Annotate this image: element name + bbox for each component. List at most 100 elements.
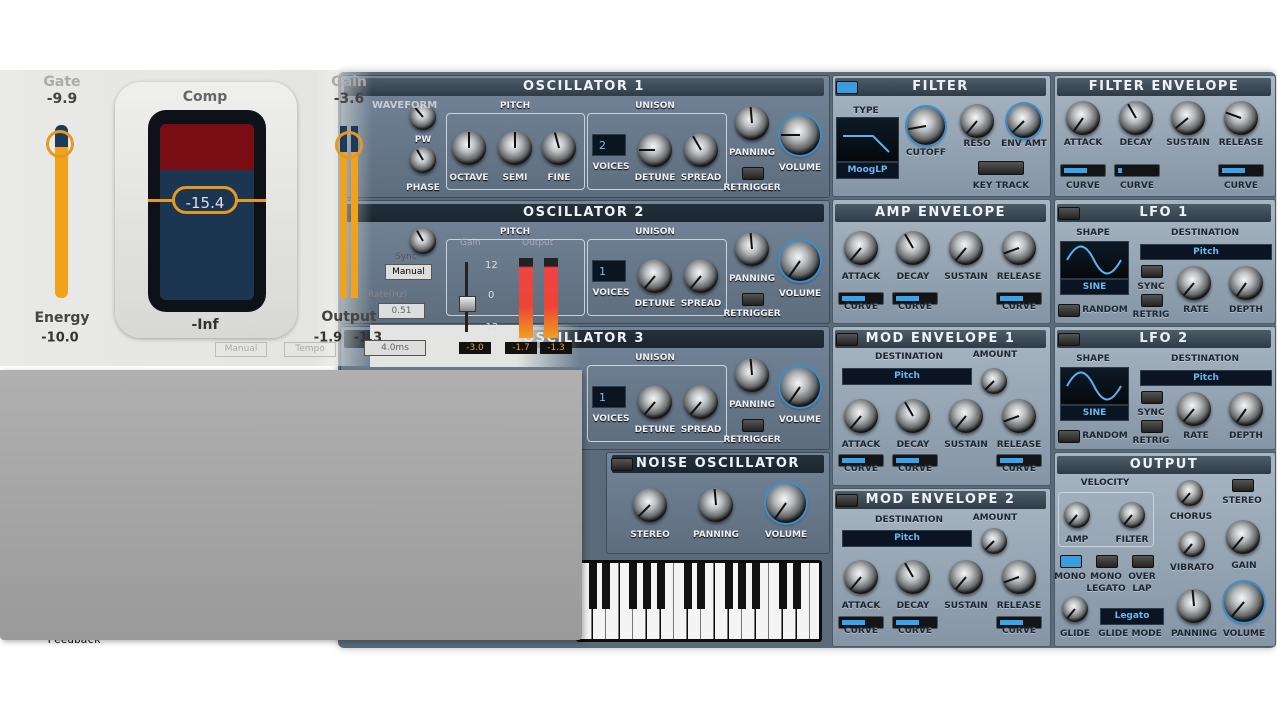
black-key[interactable] xyxy=(738,563,747,609)
lfo_2-shape-selector[interactable]: SINE xyxy=(1060,405,1129,421)
panning-knob[interactable] xyxy=(735,232,769,266)
amp_envelope-decay-knob[interactable] xyxy=(896,231,930,265)
glide-knob[interactable] xyxy=(1062,596,1088,622)
lfo_2-rate-knob[interactable] xyxy=(1177,392,1211,426)
overlap-button[interactable] xyxy=(1132,555,1154,568)
rate-field[interactable]: 0.51 xyxy=(378,303,425,319)
lfo_1-shape-selector[interactable]: SINE xyxy=(1060,279,1129,295)
mod_envelope_1-decay-knob[interactable] xyxy=(896,399,930,433)
black-key[interactable] xyxy=(792,563,801,609)
volume-knob[interactable] xyxy=(780,241,820,281)
stereo-button[interactable] xyxy=(1232,479,1254,492)
cutoff-knob[interactable] xyxy=(907,107,945,145)
mod_envelope_2-decay-knob[interactable] xyxy=(896,560,930,594)
amp_envelope-attack-knob[interactable] xyxy=(844,231,878,265)
black-key[interactable] xyxy=(697,563,706,609)
mod_envelope_1-sustain-knob[interactable] xyxy=(949,399,983,433)
phase-knob[interactable] xyxy=(410,147,436,173)
lfo_2-random-button[interactable] xyxy=(1058,430,1080,443)
ghost-gain-handle[interactable] xyxy=(459,296,476,312)
mono-button[interactable] xyxy=(1060,555,1082,568)
mod_envelope_1-release-knob[interactable] xyxy=(1002,399,1036,433)
semi-knob[interactable] xyxy=(498,131,532,165)
panning-knob[interactable] xyxy=(735,358,769,392)
env-amt-knob[interactable] xyxy=(1007,104,1041,138)
volume-knob[interactable] xyxy=(780,115,820,155)
mod_envelope_1-amount-knob[interactable] xyxy=(981,368,1007,394)
filter-enable-button[interactable] xyxy=(836,81,858,94)
black-key[interactable] xyxy=(751,563,760,609)
filter-env-decay-knob[interactable] xyxy=(1119,101,1153,135)
filter-env-curve-slider[interactable] xyxy=(1218,164,1264,177)
output-volume-knob[interactable] xyxy=(1224,582,1264,622)
lfo_1-destination-dropdown[interactable]: Pitch xyxy=(1140,244,1272,260)
voices-stepper[interactable]: 2 xyxy=(592,134,626,156)
comp-threshold-handle[interactable]: -15.4 xyxy=(172,186,238,214)
mod_envelope_1-attack-knob[interactable] xyxy=(844,399,878,433)
voices-stepper[interactable]: 1 xyxy=(592,386,626,408)
spread-knob[interactable] xyxy=(684,259,718,293)
noise-panning-knob[interactable] xyxy=(699,488,733,522)
spread-knob[interactable] xyxy=(684,133,718,167)
mod_envelope_2-release-knob[interactable] xyxy=(1002,560,1036,594)
spread-knob[interactable] xyxy=(684,385,718,419)
mod_envelope_1-enable-button[interactable] xyxy=(836,333,858,346)
filter-env-sustain-knob[interactable] xyxy=(1171,101,1205,135)
lfo_2-depth-knob[interactable] xyxy=(1229,392,1263,426)
detune-knob[interactable] xyxy=(638,259,672,293)
lfo_1-enable-button[interactable] xyxy=(1058,207,1080,220)
filter-env-curve-slider[interactable] xyxy=(1060,164,1106,177)
lfo_2-enable-button[interactable] xyxy=(1058,333,1080,346)
noise-volume-knob[interactable] xyxy=(766,483,806,523)
retrigger-button[interactable] xyxy=(742,419,764,432)
gain-slider-handle[interactable] xyxy=(335,131,363,159)
mono-legato-button[interactable] xyxy=(1096,555,1118,568)
fine-knob[interactable] xyxy=(542,131,576,165)
sync-button[interactable]: Manual xyxy=(385,264,432,280)
volume-knob[interactable] xyxy=(780,367,820,407)
retrigger-button[interactable] xyxy=(742,293,764,306)
output-panning-knob[interactable] xyxy=(1177,589,1211,623)
lfo_2-sync-button[interactable] xyxy=(1141,391,1163,404)
black-key[interactable] xyxy=(779,563,787,609)
black-key[interactable] xyxy=(588,563,597,609)
glide-mode-selector[interactable]: Legato xyxy=(1100,608,1164,625)
amp_envelope-release-knob[interactable] xyxy=(1002,231,1036,265)
panning-knob[interactable] xyxy=(735,106,769,140)
black-key[interactable] xyxy=(629,563,638,609)
keys[interactable] xyxy=(579,563,819,639)
mod_envelope_2-destination-dropdown[interactable]: Pitch xyxy=(842,530,972,547)
black-key[interactable] xyxy=(683,563,692,609)
mod_envelope_2-amount-knob[interactable] xyxy=(981,528,1007,554)
octave-knob[interactable] xyxy=(452,131,486,165)
pw-knob[interactable] xyxy=(410,228,436,254)
mod_envelope_2-sustain-knob[interactable] xyxy=(949,560,983,594)
piano-keyboard[interactable] xyxy=(576,560,822,642)
black-key[interactable] xyxy=(656,563,665,609)
chorus-knob[interactable] xyxy=(1177,480,1203,506)
noise-stereo-knob[interactable] xyxy=(633,488,667,522)
lfo_2-retrig-button[interactable] xyxy=(1141,420,1163,433)
gain-knob[interactable] xyxy=(1226,520,1260,554)
black-key[interactable] xyxy=(724,563,733,609)
lfo_2-destination-dropdown[interactable]: Pitch xyxy=(1140,370,1272,386)
vibrato-knob[interactable] xyxy=(1179,531,1205,557)
filter-type-selector[interactable]: MoogLP xyxy=(836,162,899,179)
velocity-amp-knob[interactable] xyxy=(1064,502,1090,528)
retrigger-button[interactable] xyxy=(742,167,764,180)
gate-slider-handle[interactable] xyxy=(46,130,74,158)
lfo_1-random-button[interactable] xyxy=(1058,304,1080,317)
key-track-toggle[interactable] xyxy=(978,161,1024,175)
detune-knob[interactable] xyxy=(638,385,672,419)
detune-knob[interactable] xyxy=(638,133,672,167)
mod_envelope_2-attack-knob[interactable] xyxy=(844,560,878,594)
lfo_1-sync-button[interactable] xyxy=(1141,265,1163,278)
black-key[interactable] xyxy=(602,563,611,609)
tempo-button[interactable]: Tempo xyxy=(284,342,336,357)
voices-stepper[interactable]: 1 xyxy=(592,260,626,282)
filter-env-attack-knob[interactable] xyxy=(1066,101,1100,135)
lfo_1-rate-knob[interactable] xyxy=(1177,266,1211,300)
mod_envelope_2-enable-button[interactable] xyxy=(836,494,858,507)
time-field[interactable]: 4.0ms xyxy=(364,340,426,356)
filter-env-release-knob[interactable] xyxy=(1224,101,1258,135)
